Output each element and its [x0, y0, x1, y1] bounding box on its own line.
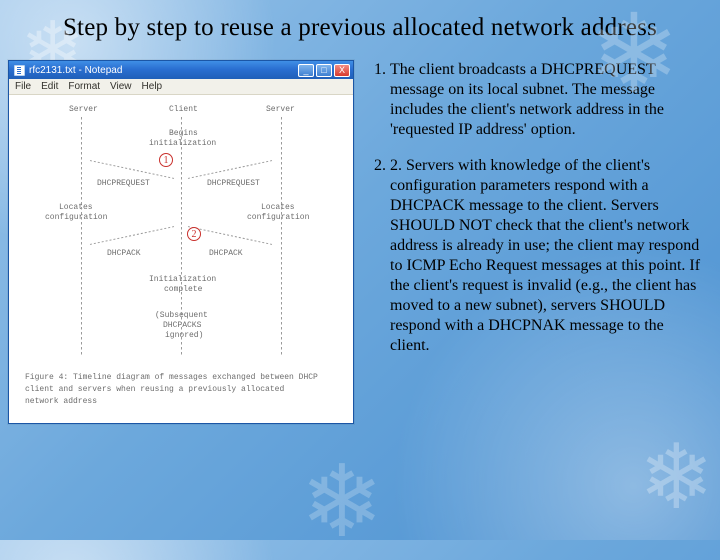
menu-bar: File Edit Format View Help: [9, 79, 353, 95]
menu-help[interactable]: Help: [142, 81, 163, 92]
window-titlebar[interactable]: rfc2131.txt - Notepad _ □ X: [9, 61, 353, 79]
line-req-right: [188, 160, 272, 179]
maximize-icon: □: [321, 66, 326, 75]
window-buttons: _ □ X: [298, 64, 350, 77]
label-dhcprequest-right: DHCPREQUEST: [207, 179, 260, 188]
close-icon: X: [339, 66, 345, 75]
marker-1: 1: [159, 153, 173, 167]
label-subseq-b: DHCPACKS: [163, 321, 201, 330]
menu-format[interactable]: Format: [68, 81, 100, 92]
label-client: Client: [169, 105, 198, 114]
right-column: The client broadcasts a DHCPREQUEST mess…: [354, 60, 702, 424]
marker-2-label: 2: [192, 229, 197, 240]
caption-line-c: network address: [25, 397, 97, 406]
caption-line-b: client and servers when reusing a previo…: [25, 385, 284, 394]
label-server-right: Server: [266, 105, 295, 114]
label-dhcprequest-left: DHCPREQUEST: [97, 179, 150, 188]
left-column: rfc2131.txt - Notepad _ □ X File Edit Fo…: [8, 60, 354, 424]
close-button[interactable]: X: [334, 64, 350, 77]
diagram-canvas: Server Client Server Begins initializati…: [9, 95, 353, 423]
lifeline-server-right: [281, 117, 282, 355]
minimize-button[interactable]: _: [298, 64, 314, 77]
slide-title: Step by step to reuse a previous allocat…: [0, 0, 720, 48]
step-1: The client broadcasts a DHCPREQUEST mess…: [390, 60, 702, 140]
label-begins: Begins: [169, 129, 198, 138]
label-server-left: Server: [69, 105, 98, 114]
label-locates-left-b: configuration: [45, 213, 107, 222]
snowflake-decor: ❄: [639, 425, 714, 530]
label-locates-left-a: Locates: [59, 203, 93, 212]
snowflake-decor: ❄: [300, 443, 384, 560]
content-row: rfc2131.txt - Notepad _ □ X File Edit Fo…: [0, 48, 720, 424]
minimize-icon: _: [303, 66, 308, 75]
lifeline-client: [181, 117, 182, 355]
marker-2: 2: [187, 227, 201, 241]
label-subseq-c: ignored): [165, 331, 203, 340]
caption-line-a: Figure 4: Timeline diagram of messages e…: [25, 373, 318, 382]
label-init-complete-a: Initialization: [149, 275, 216, 284]
label-locates-right-a: Locates: [261, 203, 295, 212]
label-init-complete-b: complete: [164, 285, 202, 294]
notepad-icon: [14, 65, 25, 76]
menu-file[interactable]: File: [15, 81, 31, 92]
menu-view[interactable]: View: [110, 81, 132, 92]
notepad-window: rfc2131.txt - Notepad _ □ X File Edit Fo…: [8, 60, 354, 424]
label-initialization: initialization: [149, 139, 216, 148]
step-2: 2. Servers with knowledge of the client'…: [390, 156, 702, 356]
lifeline-server-left: [81, 117, 82, 355]
line-ack-left: [90, 226, 174, 245]
menu-edit[interactable]: Edit: [41, 81, 58, 92]
label-dhcpack-right: DHCPACK: [209, 249, 243, 258]
maximize-button[interactable]: □: [316, 64, 332, 77]
marker-1-label: 1: [164, 155, 169, 166]
window-title: rfc2131.txt - Notepad: [29, 65, 298, 76]
label-locates-right-b: configuration: [247, 213, 309, 222]
label-dhcpack-left: DHCPACK: [107, 249, 141, 258]
steps-list: The client broadcasts a DHCPREQUEST mess…: [368, 60, 702, 356]
